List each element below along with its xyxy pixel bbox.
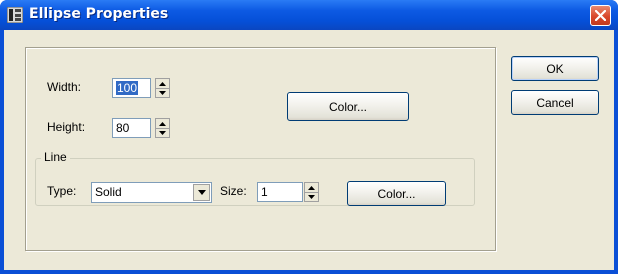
size-label: Size: bbox=[220, 184, 247, 198]
close-icon bbox=[594, 6, 607, 25]
width-spinner[interactable] bbox=[155, 78, 170, 98]
height-spinner[interactable] bbox=[155, 118, 170, 138]
fill-color-button[interactable]: Color... bbox=[287, 92, 409, 121]
close-button[interactable] bbox=[590, 5, 611, 26]
line-type-dropdown[interactable]: Solid bbox=[91, 182, 212, 203]
height-label: Height: bbox=[47, 120, 86, 134]
line-color-button[interactable]: Color... bbox=[347, 181, 446, 206]
ok-button[interactable]: OK bbox=[511, 56, 599, 81]
spin-down-icon[interactable] bbox=[156, 128, 169, 137]
cancel-button[interactable]: Cancel bbox=[511, 90, 599, 115]
chevron-down-icon[interactable] bbox=[193, 184, 210, 201]
ellipse-properties-dialog: Ellipse Properties Width: 100 Height: 80… bbox=[0, 0, 618, 274]
line-group-legend: Line bbox=[41, 150, 70, 164]
properties-panel bbox=[25, 47, 496, 251]
dialog-client-area: Width: 100 Height: 80 Color... Line Type… bbox=[4, 30, 614, 270]
height-input[interactable]: 80 bbox=[112, 118, 151, 138]
title-bar[interactable]: Ellipse Properties bbox=[0, 0, 618, 30]
window-title: Ellipse Properties bbox=[29, 6, 169, 22]
width-input[interactable]: 100 bbox=[112, 78, 151, 98]
grid-app-icon bbox=[6, 6, 24, 24]
spin-down-icon[interactable] bbox=[305, 192, 318, 201]
size-spinner[interactable] bbox=[304, 182, 319, 202]
type-label: Type: bbox=[47, 184, 77, 198]
width-label: Width: bbox=[47, 80, 82, 94]
spin-down-icon[interactable] bbox=[156, 88, 169, 97]
width-value: 100 bbox=[116, 81, 139, 95]
size-input[interactable]: 1 bbox=[257, 182, 303, 202]
line-type-value: Solid bbox=[95, 185, 122, 199]
